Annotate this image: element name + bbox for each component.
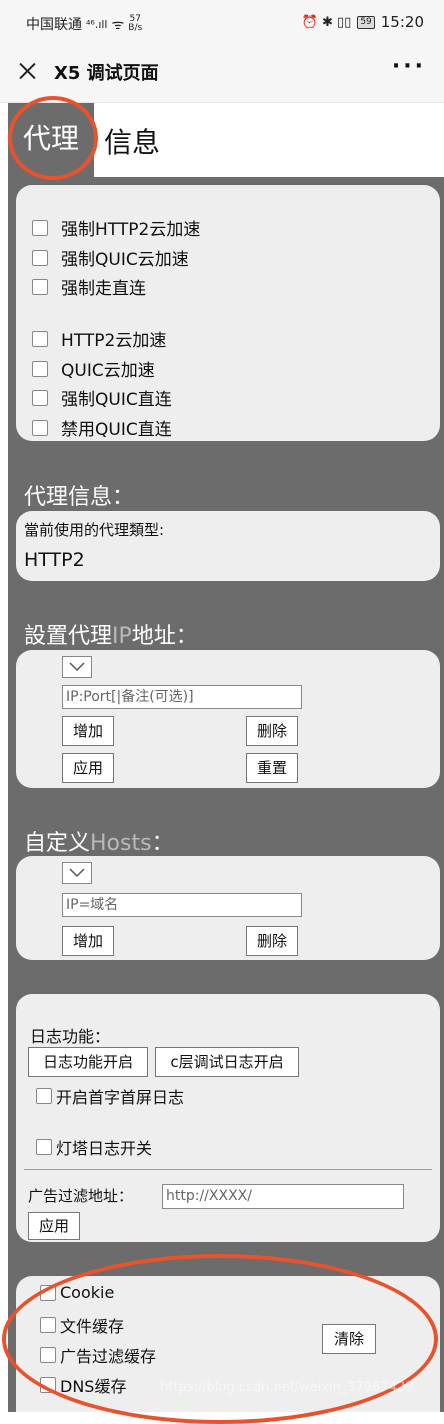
checkbox-label: 禁用QUIC直连 <box>61 420 172 440</box>
proxy-reset-button[interactable]: 重置 <box>246 753 298 783</box>
checkbox-box[interactable] <box>32 278 48 295</box>
proxy-ip-panel: IP:Port[|备注(可选)] 增加 删除 应用 重置 <box>16 650 440 788</box>
clear-cache-button[interactable]: 清除 <box>322 1324 376 1354</box>
hosts-title-c: ： <box>151 831 174 856</box>
proxy-info-title: 代理信息： <box>24 485 135 510</box>
checkbox-box[interactable] <box>32 419 48 436</box>
checkbox-ad-filter-cache[interactable]: 广告过滤缓存 <box>40 1343 156 1367</box>
status-left: 中国联通 ⁴⁶.ıll ᯤ 57 B/s <box>26 14 142 34</box>
alarm-bluetooth-vibrate-icon: ⏰ ✱ ▯▯ <box>301 14 352 30</box>
checkbox-label: 强制HTTP2云加速 <box>61 220 201 240</box>
checkbox-box[interactable] <box>40 1347 56 1363</box>
checkbox-label: HTTP2云加速 <box>61 331 167 351</box>
checkbox-lighthouse-log[interactable]: 灯塔日志开关 <box>36 1135 152 1159</box>
checkbox-quic-cloud[interactable]: QUIC云加速 <box>32 356 155 381</box>
speed-unit: B/s <box>128 23 143 33</box>
checkbox-disable-quic-direct[interactable]: 禁用QUIC直连 <box>32 415 172 440</box>
checkbox-box[interactable] <box>32 249 48 266</box>
checkbox-label: 强制走直连 <box>61 279 146 299</box>
checkbox-dns-cache[interactable]: DNS缓存 <box>40 1373 126 1397</box>
hosts-panel: IP=域名 增加 删除 <box>16 856 440 960</box>
ad-filter-label: 广告过滤地址： <box>28 1187 134 1205</box>
battery-icon: 59 <box>357 15 375 29</box>
hosts-select[interactable] <box>62 862 92 884</box>
network-speed: 57 B/s <box>128 15 142 33</box>
checkbox-label: 开启首字首屏日志 <box>56 1088 185 1107</box>
log-panel: 日志功能： 日志功能开启 c层调试日志开启 开启首字首屏日志 灯塔日志开关 广告… <box>16 994 440 1242</box>
log-label: 日志功能： <box>30 1027 111 1046</box>
chevron-down-icon <box>69 868 85 878</box>
checkbox-force-quic-cloud[interactable]: 强制QUIC云加速 <box>32 245 189 270</box>
hosts-title-a: 自定义 <box>24 831 91 856</box>
page-title: X5 调试页面 <box>54 63 159 84</box>
tab-info[interactable]: 信息 <box>94 103 444 177</box>
proxy-info-panel: 當前使用的代理類型: HTTP2 <box>16 511 440 581</box>
proxy-ip-input[interactable]: IP:Port[|备注(可选)] <box>62 685 302 709</box>
chevron-down-icon <box>69 662 85 672</box>
status-bar: 中国联通 ⁴⁶.ıll ᯤ 57 B/s ⏰ ✱ ▯▯ 59 15:20 <box>0 0 444 44</box>
proxy-delete-button[interactable]: 删除 <box>246 716 298 746</box>
hosts-title: 自定义Hosts： <box>24 825 174 857</box>
checkbox-force-quic-direct[interactable]: 强制QUIC直连 <box>32 385 172 410</box>
checkbox-label: 强制QUIC云加速 <box>61 250 189 270</box>
checkbox-box[interactable] <box>32 389 48 406</box>
title-bar: X5 调试页面 ··· <box>0 44 444 103</box>
proxy-ip-select[interactable] <box>62 656 92 678</box>
hosts-input[interactable]: IP=域名 <box>62 893 302 917</box>
checkbox-label: 灯塔日志开关 <box>56 1139 153 1158</box>
checkbox-label: QUIC云加速 <box>61 361 155 381</box>
hosts-add-button[interactable]: 增加 <box>62 926 114 956</box>
log-divider <box>24 1169 432 1170</box>
checkbox-box[interactable] <box>36 1088 52 1104</box>
watermark: https://blog.csdn.net/weixin_37967429 <box>160 1380 414 1395</box>
checkbox-box[interactable] <box>40 1284 56 1301</box>
clock: 15:20 <box>380 13 424 31</box>
checkbox-force-http2-cloud[interactable]: 强制HTTP2云加速 <box>32 215 200 240</box>
proxy-apply-button[interactable]: 应用 <box>62 753 114 783</box>
checkbox-http2-cloud[interactable]: HTTP2云加速 <box>32 326 166 351</box>
proxy-ip-title-c: 地址： <box>131 624 198 649</box>
status-right: ⏰ ✱ ▯▯ 59 15:20 <box>302 13 424 31</box>
checkbox-label: 强制QUIC直连 <box>61 390 172 410</box>
main-content: 代理 信息 强制HTTP2云加速 强制QUIC云加速 强制走直连 HTTP2云加… <box>8 103 444 1412</box>
checkbox-cookie[interactable]: Cookie <box>40 1283 114 1302</box>
checkbox-box[interactable] <box>40 1377 56 1393</box>
checkbox-first-screen-log[interactable]: 开启首字首屏日志 <box>36 1084 184 1108</box>
checkbox-label: 广告过滤缓存 <box>60 1347 157 1366</box>
proxy-add-button[interactable]: 增加 <box>62 716 114 746</box>
current-proxy-value: HTTP2 <box>24 549 85 571</box>
c-layer-log-enable-button[interactable]: c层调试日志开启 <box>155 1047 299 1077</box>
log-enable-button[interactable]: 日志功能开启 <box>28 1047 148 1077</box>
current-proxy-label: 當前使用的代理類型: <box>24 521 165 539</box>
hosts-delete-button[interactable]: 删除 <box>246 926 298 956</box>
checkbox-box[interactable] <box>40 1317 56 1333</box>
proxy-ip-title-a: 設置代理 <box>24 624 113 649</box>
close-icon[interactable] <box>14 57 42 85</box>
ad-filter-apply-button[interactable]: 应用 <box>28 1212 80 1240</box>
checkbox-label: 文件缓存 <box>60 1317 125 1336</box>
checkbox-box[interactable] <box>32 360 48 377</box>
more-menu-icon[interactable]: ··· <box>392 54 426 79</box>
proxy-options-panel: 强制HTTP2云加速 强制QUIC云加速 强制走直连 HTTP2云加速 QUIC… <box>16 185 440 441</box>
checkbox-label: Cookie <box>60 1283 115 1302</box>
proxy-ip-title-b: IP <box>112 624 132 649</box>
carrier-label: 中国联通 <box>26 17 82 33</box>
checkbox-file-cache[interactable]: 文件缓存 <box>40 1313 124 1337</box>
ad-filter-input[interactable]: http://XXXX/ <box>162 1184 404 1209</box>
checkbox-box[interactable] <box>36 1139 52 1155</box>
tab-proxy[interactable]: 代理 <box>8 103 94 175</box>
hosts-title-b: Hosts <box>90 831 152 856</box>
checkbox-force-direct[interactable]: 强制走直连 <box>32 274 146 299</box>
checkbox-label: DNS缓存 <box>60 1377 127 1396</box>
proxy-ip-title: 設置代理IP地址： <box>24 618 198 650</box>
signal-icon: ⁴⁶.ıll <box>86 17 108 31</box>
wifi-icon: ᯤ <box>111 16 125 33</box>
checkbox-box[interactable] <box>32 330 48 347</box>
checkbox-box[interactable] <box>32 219 48 236</box>
